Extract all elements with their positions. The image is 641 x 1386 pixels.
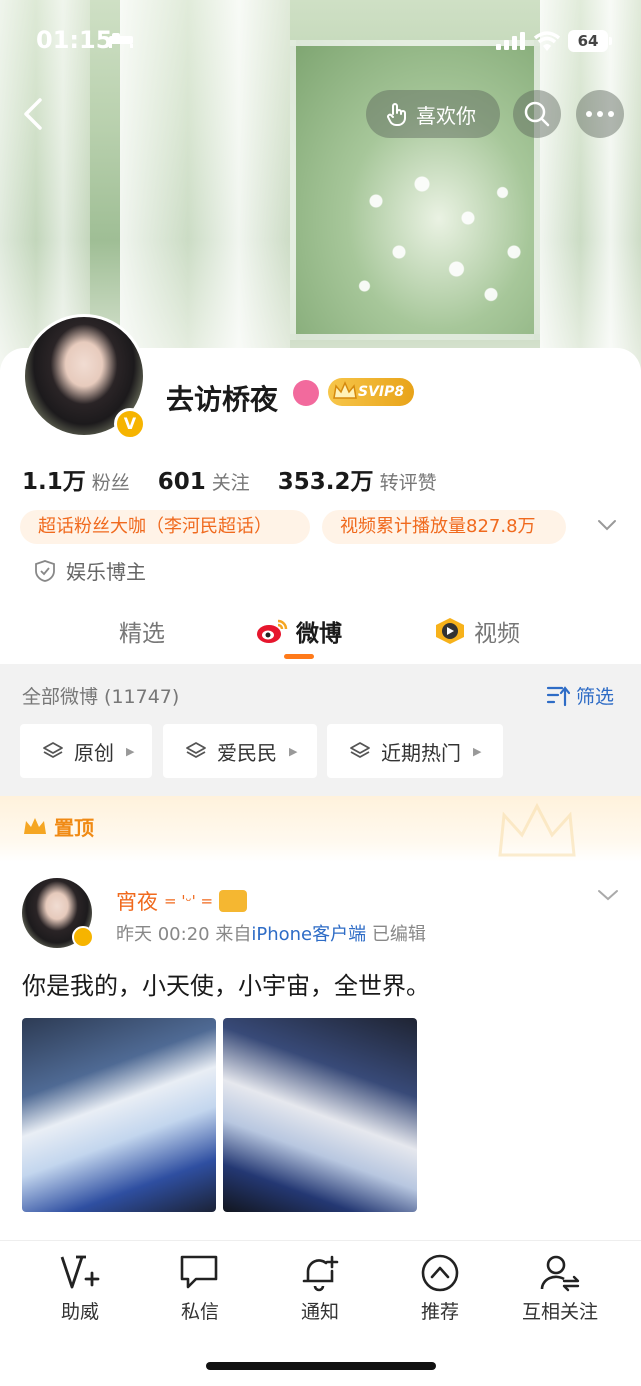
shield-icon [35, 559, 55, 582]
profile-username: 去访桥夜 [166, 383, 279, 416]
message-button[interactable]: 私信 [150, 1253, 250, 1324]
pinned-label: 置顶 [22, 812, 94, 841]
post-photo[interactable] [22, 1018, 216, 1212]
home-indicator[interactable] [206, 1362, 436, 1370]
vip-crown-icon [219, 890, 248, 912]
tab-featured[interactable]: 精选 [119, 614, 165, 648]
chat-bubble-icon [180, 1255, 218, 1289]
tab-weibo[interactable]: 微博 [256, 614, 342, 648]
member-badge-icon[interactable] [293, 380, 319, 406]
battery-indicator: 64 [568, 30, 608, 52]
back-arrow-icon[interactable] [14, 92, 54, 136]
filter-chip-aiminmin[interactable]: 爱民民 ▶ [163, 724, 317, 778]
weibo-logo-icon [257, 619, 288, 643]
chevron-down-icon[interactable] [596, 516, 618, 534]
cover-flowers [330, 150, 560, 320]
post-author-name[interactable]: 宵夜 = 'ᵕ' = [116, 886, 248, 916]
cheer-v-icon [60, 1255, 100, 1289]
sleep-mode-icon [109, 33, 133, 48]
video-views-tag[interactable]: 视频累计播放量827.8万 [322, 510, 566, 544]
profile-tabs: 精选 微博 视频 [0, 606, 641, 662]
cellular-signal-icon [496, 32, 525, 50]
profile-role: 娱乐博主 [34, 556, 146, 585]
mutual-follow-button[interactable]: 互相关注 [510, 1253, 610, 1324]
verified-badge-icon: V [114, 408, 146, 440]
post-meta: 昨天 00:20 来自iPhone客户端 已编辑 [116, 920, 426, 946]
post-text: 你是我的，小天使，小宇宙，全世界。 [22, 972, 430, 1000]
filter-sort-icon [546, 685, 570, 706]
search-icon [524, 101, 550, 127]
crown-icon [24, 817, 46, 834]
filter-chip-trending[interactable]: 近期热门 ▶ [327, 724, 503, 778]
profile-stats: 1.1万 粉丝 601 关注 353.2万 转评赞 [22, 462, 437, 496]
chevron-down-icon[interactable] [596, 886, 620, 904]
filter-chip-original[interactable]: 原创 ▶ [20, 724, 152, 778]
tap-hand-icon [387, 103, 406, 126]
caret-right-icon: ▶ [473, 744, 482, 758]
cheer-button[interactable]: 助威 [30, 1253, 130, 1324]
post-edited: 已编辑 [371, 924, 426, 945]
author-emoticon: = 'ᵕ' = [164, 892, 214, 910]
recommend-button[interactable]: 推荐 [390, 1253, 490, 1324]
chevron-up-circle-icon [421, 1254, 459, 1292]
following-stat[interactable]: 601 关注 [158, 468, 250, 495]
status-time: 01:15 [36, 26, 113, 54]
status-bar: 01:15 64 [0, 22, 641, 62]
pinned-banner: 置顶 [0, 796, 641, 862]
supertopic-fan-tag[interactable]: 超话粉丝大咖（李河民超话） [20, 510, 310, 544]
weibo-post: 宵夜 = 'ᵕ' = 昨天 00:20 来自iPhone客户端 已编辑 你是我的… [0, 862, 641, 1240]
filter-section: 全部微博 (11747) 筛选 原创 ▶ 爱民民 ▶ 近期热门 ▶ [0, 664, 641, 796]
post-photo[interactable] [223, 1018, 417, 1212]
video-play-icon [436, 618, 464, 644]
like-you-button[interactable]: 喜欢你 [366, 90, 500, 138]
layers-icon [186, 742, 206, 758]
role-label: 娱乐博主 [66, 560, 146, 584]
filter-button[interactable]: 筛选 [546, 682, 614, 709]
post-time: 昨天 00:20 [116, 924, 210, 945]
tab-video[interactable]: 视频 [434, 614, 520, 648]
mutual-follow-icon [540, 1255, 580, 1292]
caret-right-icon: ▶ [126, 744, 135, 758]
notify-button[interactable]: 通知 [270, 1253, 370, 1324]
like-you-label: 喜欢你 [416, 103, 476, 128]
layers-icon [43, 742, 63, 758]
bell-plus-icon [302, 1255, 339, 1292]
caret-right-icon: ▶ [289, 744, 298, 758]
crown-decoration-icon [498, 802, 576, 857]
post-source[interactable]: iPhone客户端 [251, 924, 366, 945]
all-weibo-count: 全部微博 (11747) [22, 686, 180, 708]
layers-icon [350, 742, 370, 758]
search-button[interactable] [513, 90, 561, 138]
verified-badge-icon [72, 926, 94, 948]
followers-stat[interactable]: 1.1万 粉丝 [22, 462, 130, 496]
interactions-stat: 353.2万 转评赞 [277, 469, 437, 495]
battery-tip [609, 37, 612, 45]
wifi-icon [533, 31, 561, 51]
crown-icon [333, 381, 357, 399]
active-tab-indicator [284, 654, 314, 659]
post-source-prefix: 来自 [215, 924, 252, 945]
more-button[interactable] [576, 90, 624, 138]
more-dots-icon [586, 111, 614, 117]
